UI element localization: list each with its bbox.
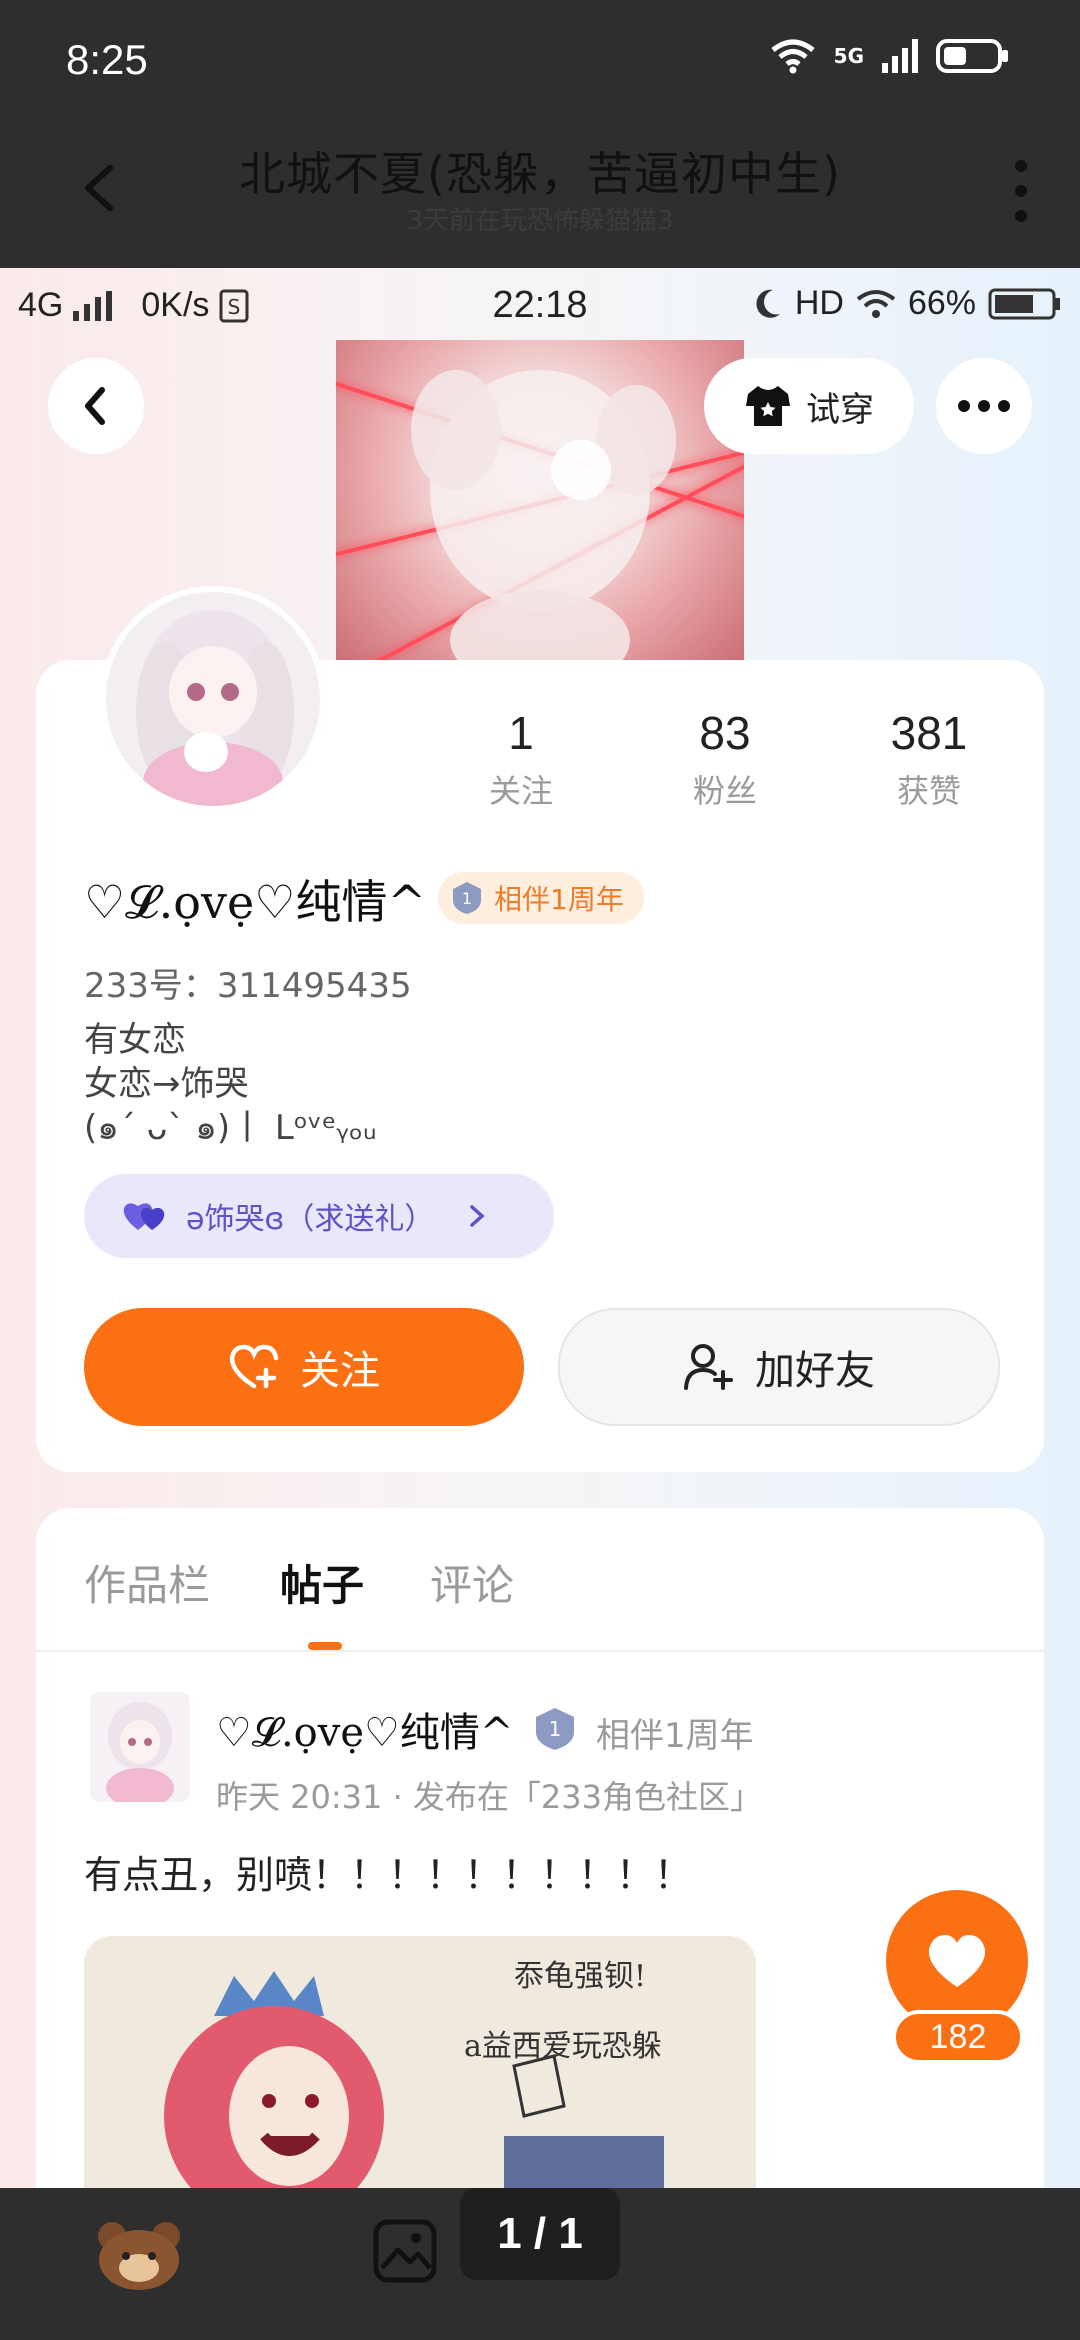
viewer-title: 北城不夏(恐躲，苦逼初中生) [239, 147, 841, 201]
signal-icon [882, 39, 918, 73]
image-gallery-icon[interactable] [372, 2218, 438, 2284]
profile-bio: 有女恋 女恋→饰哭 (๑ˊ ᴗˋ ๑)丨 Lᵒᵛᵉᵧₒᵤ [84, 1018, 377, 1150]
shared-screenshot[interactable]: 4G 0K/s S 22:18 HD 66% 试穿 1 关注 83 粉丝 381… [0, 268, 1080, 2188]
post-author-name[interactable]: ♡𝓛.ọvẹ♡纯情^ [216, 1700, 513, 1758]
double-heart-icon [123, 1203, 165, 1230]
inner-status-right: HD 66% [753, 284, 1062, 323]
stat-fans[interactable]: 83 粉丝 [625, 706, 825, 812]
battery-percent: 66% [907, 284, 976, 322]
chevron-right-icon [470, 1205, 486, 1227]
tab-works[interactable]: 作品栏 [84, 1552, 210, 1613]
hd-label: HD [794, 284, 844, 322]
viewer-header: 北城不夏(恐躲，苦逼初中生) 3天前在玩恐怖躲猫猫3 [0, 120, 1080, 268]
bio-line: 有女恋 [84, 1020, 186, 1060]
stat-likes[interactable]: 381 获赞 [829, 706, 1029, 812]
post-badge-shield-icon: 1 [536, 1708, 574, 1750]
gift-relationship-chip[interactable]: ə饰哭ɞ（求送礼） [84, 1174, 554, 1258]
profile-cover-image [336, 340, 744, 670]
outer-status-bar: 8:25 5G [0, 0, 1080, 120]
user-id[interactable]: 233号：311495435 [84, 958, 412, 1007]
stat-fans-label: 粉丝 [692, 772, 757, 810]
inner-wifi-icon [856, 289, 896, 318]
stat-following[interactable]: 1 关注 [421, 706, 621, 812]
tab-comments[interactable]: 评论 [430, 1552, 514, 1613]
add-friend-label: 加好友 [755, 1348, 875, 1394]
stat-following-label: 关注 [488, 772, 553, 810]
drawing-caption-1: 忝龟强钡! [514, 1959, 646, 1994]
wifi-icon [771, 39, 815, 74]
shirt-icon [746, 386, 790, 426]
inner-battery-icon [988, 288, 1060, 319]
outer-status-icons: 5G [770, 38, 1010, 74]
bio-line: (๑ˊ ᴗˋ ๑)丨 Lᵒᵛᵉᵧₒᵤ [84, 1108, 377, 1148]
stat-fans-value: 83 [699, 707, 751, 759]
add-person-icon [684, 1344, 733, 1390]
back-button[interactable] [48, 358, 144, 454]
post-author-avatar[interactable] [90, 1692, 190, 1802]
post-text: 有点丑，别喷！！！！！！！！！！ [84, 1853, 693, 1897]
post-drawing: 忝龟强钡! a益西爱玩恐躲 [84, 1936, 756, 2188]
tab-posts[interactable]: 帖子 [280, 1552, 364, 1613]
svg-text:1: 1 [462, 889, 472, 908]
stat-likes-label: 获赞 [896, 772, 961, 810]
heart-plus-icon [229, 1344, 279, 1389]
inner-status-bar: 4G 0K/s S 22:18 HD 66% [0, 268, 1080, 340]
profile-name: ♡𝓛.ọvẹ♡纯情^ [84, 875, 426, 929]
network-type-label: 5G [833, 44, 864, 68]
anniversary-badge-label: 相伴1周年 [494, 883, 624, 916]
add-friend-button[interactable]: 加好友 [558, 1308, 1000, 1426]
more-vertical-icon[interactable] [1006, 156, 1036, 226]
page-indicator: 1 / 1 [460, 2188, 620, 2280]
follow-button[interactable]: 关注 [84, 1308, 524, 1426]
stat-likes-value: 381 [890, 707, 968, 759]
stat-following-value: 1 [508, 707, 534, 759]
outer-clock: 8:25 [66, 36, 148, 83]
more-horizontal-icon [958, 400, 1010, 412]
chevron-left-icon [85, 387, 105, 425]
post-meta: 昨天 20:31 · 发布在「233角色社区」 [216, 1778, 762, 1816]
follow-label: 关注 [300, 1348, 380, 1394]
cover-character-art [411, 370, 676, 670]
try-on-label: 试穿 [806, 389, 874, 430]
anniversary-badge[interactable]: 1 相伴1周年 [438, 872, 644, 924]
avatar[interactable] [100, 586, 326, 812]
tab-divider [36, 1650, 1044, 1652]
post-avatar-image [90, 1692, 190, 1802]
post-image[interactable]: 忝龟强钡! a益西爱玩恐躲 [84, 1936, 756, 2188]
active-tab-indicator [308, 1642, 342, 1650]
bio-line: 女恋→饰哭 [84, 1064, 249, 1104]
more-options-button[interactable] [936, 358, 1032, 454]
gift-chip-label: ə饰哭ɞ（求送礼） [186, 1202, 435, 1237]
badge-shield-icon: 1 [453, 882, 481, 914]
like-count: 182 [892, 2010, 1024, 2064]
heart-icon [928, 1935, 986, 1987]
svg-text:1: 1 [549, 1717, 562, 1741]
bear-sticker-icon[interactable] [94, 2214, 184, 2294]
moon-icon [756, 289, 780, 318]
drawing-caption-2: a益西爱玩恐躲 [464, 2029, 662, 2064]
viewer-bottom-bar: 1 / 1 [0, 2188, 1080, 2340]
avatar-image [106, 592, 320, 806]
post-badge-label: 相伴1周年 [596, 1716, 754, 1756]
try-on-button[interactable]: 试穿 [704, 358, 914, 454]
battery-icon [936, 39, 1008, 73]
viewer-subtitle: 3天前在玩恐怖躲猫猫3 [406, 206, 674, 236]
